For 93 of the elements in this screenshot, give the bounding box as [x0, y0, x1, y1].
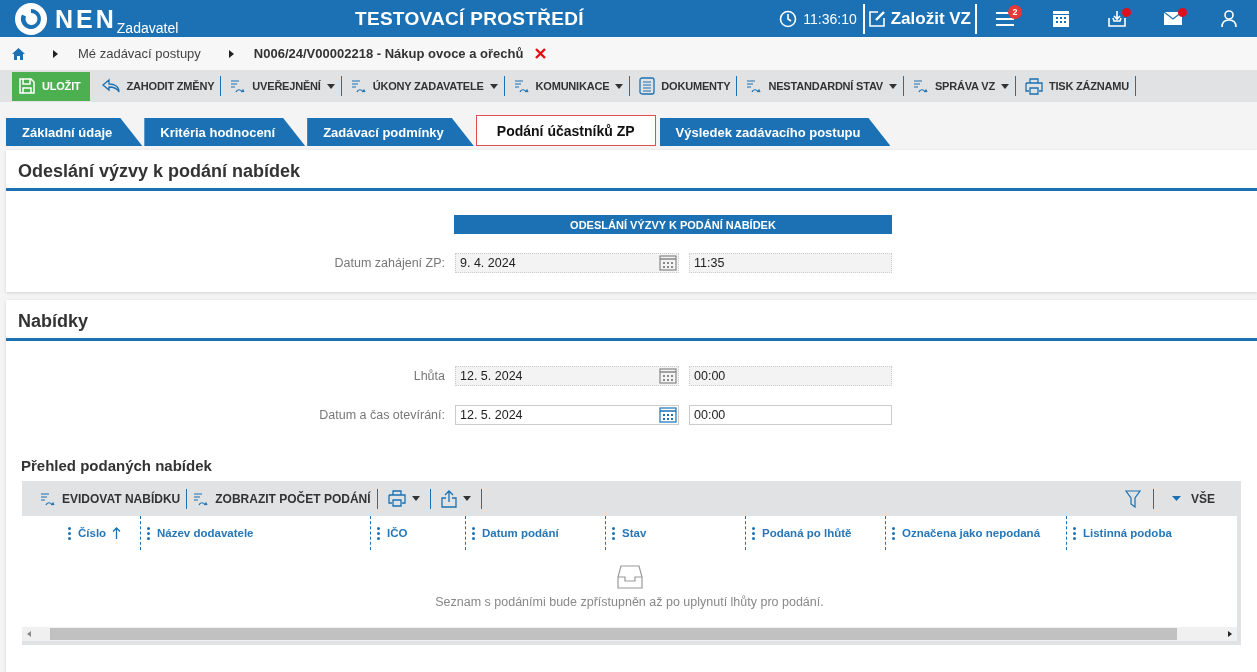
section-title: Nabídky: [6, 300, 1257, 341]
column-header[interactable]: Datum podání: [482, 527, 559, 539]
table-title: Přehled podaných nabídek: [21, 457, 213, 474]
section-title: Odeslání výzvy k podání nabídek: [6, 150, 1257, 191]
save-icon: [18, 77, 36, 95]
create-button[interactable]: Založit VZ: [864, 8, 975, 29]
clock-icon: [779, 9, 798, 28]
undo-icon: [100, 78, 121, 94]
toolbar-button[interactable]: SPRÁVA VZ: [906, 73, 1013, 99]
environment-title: TESTOVACÍ PROSTŘEDÍ: [355, 7, 584, 30]
column-header[interactable]: Označena jako nepodaná: [902, 527, 1041, 539]
column-menu-icon[interactable]: [472, 526, 475, 540]
column-header[interactable]: Podaná po lhůtě: [762, 527, 852, 539]
horizontal-scrollbar[interactable]: [22, 627, 1237, 641]
toolbar-button[interactable]: ZAHODIT ZMĚNY: [93, 73, 219, 99]
empty-message: Seznam s podáními bude zpřístupněn až po uplynutí lhůty pro podání.: [435, 595, 824, 609]
clock-time: 11:36:10: [803, 10, 857, 27]
tab[interactable]: Podání účastníků ZP: [475, 115, 656, 146]
flow-icon: [513, 78, 530, 94]
date-field[interactable]: 9. 4. 2024: [455, 253, 679, 273]
column-header[interactable]: Název dodavatele: [157, 527, 254, 539]
column-menu-icon[interactable]: [147, 526, 150, 540]
toolbar-button[interactable]: UVEŘEJNĚNÍ: [223, 73, 339, 99]
caret-icon: [489, 83, 498, 89]
caret-icon: [411, 496, 420, 501]
field-label: Datum a čas otevírání:: [318, 408, 445, 422]
column-menu-icon[interactable]: [612, 526, 615, 540]
tab[interactable]: Výsledek zadávacího postupu: [659, 118, 891, 146]
caret-icon: [1000, 83, 1009, 89]
print-icon: [387, 490, 406, 507]
flow-icon: [40, 490, 56, 507]
mail-icon[interactable]: [1164, 12, 1182, 25]
toolbar-button[interactable]: NESTANDARDNÍ STAV: [739, 73, 901, 99]
toolbar-button[interactable]: DOKUMENTY: [632, 73, 735, 99]
flow-icon: [193, 490, 210, 507]
column-header[interactable]: Číslo: [78, 527, 122, 539]
field-label: Lhůta: [412, 369, 445, 383]
view-dropdown[interactable]: VŠE: [1166, 490, 1221, 507]
menu-icon[interactable]: [996, 11, 1014, 26]
column-menu-icon[interactable]: [68, 526, 71, 540]
tab[interactable]: Zadávací podmínky: [307, 118, 474, 146]
tab[interactable]: Základní údaje: [6, 118, 143, 146]
subsection-header: ODESLÁNÍ VÝZVY K PODÁNÍ NABÍDEK: [454, 215, 892, 234]
close-icon[interactable]: [535, 48, 547, 59]
logo-text: NEN: [55, 3, 117, 34]
calendar-icon[interactable]: [659, 407, 677, 423]
date-field[interactable]: 12. 5. 2024: [455, 405, 679, 425]
calendar-icon[interactable]: [659, 255, 677, 271]
filter-icon[interactable]: [1125, 489, 1141, 508]
toolbar-button[interactable]: TISK ZÁZNAMU: [1017, 73, 1133, 99]
column-header[interactable]: IČO: [387, 527, 408, 539]
share-icon: [440, 489, 457, 508]
table-action-button[interactable]: ZOBRAZIT POČET PODÁNÍ: [189, 490, 375, 507]
chevron-icon: [53, 49, 58, 58]
notification-badge: 2: [1008, 5, 1022, 19]
caret-icon: [615, 83, 624, 89]
time-field[interactable]: 00:00: [689, 366, 892, 386]
calendar-icon[interactable]: [1053, 10, 1069, 27]
flow-icon: [913, 78, 929, 94]
toolbar-button[interactable]: ÚKONY ZADAVATELE: [343, 73, 502, 99]
calendar-icon[interactable]: [659, 368, 677, 384]
edit-icon: [868, 10, 886, 27]
chevron-icon: [228, 49, 234, 58]
user-icon[interactable]: [1221, 10, 1237, 27]
empty-tray-icon: [616, 565, 643, 589]
logo-subtitle: Zadavatel: [116, 20, 179, 36]
date-field[interactable]: 12. 5. 2024: [455, 366, 679, 386]
column-header[interactable]: Stav: [622, 527, 647, 539]
document-icon: [639, 77, 656, 95]
column-menu-icon[interactable]: [752, 526, 755, 540]
caret-icon: [326, 83, 335, 89]
flow-icon: [746, 78, 763, 94]
caret-icon: [1172, 496, 1181, 501]
column-menu-icon[interactable]: [1073, 526, 1076, 540]
caret-icon: [462, 496, 471, 501]
tab[interactable]: Kritéria hodnocení: [144, 118, 306, 146]
breadcrumb-item[interactable]: Mé zadávací postupy: [78, 46, 201, 61]
time-field[interactable]: 00:00: [689, 405, 892, 425]
field-label: Datum zahájení ZP:: [333, 256, 445, 270]
time-field[interactable]: 11:35: [689, 253, 892, 273]
column-header[interactable]: Listinná podoba: [1083, 527, 1172, 539]
inbox-download-icon[interactable]: [1108, 10, 1126, 27]
sort-ascending-icon: [112, 527, 122, 539]
column-menu-icon[interactable]: [892, 526, 895, 540]
column-menu-icon[interactable]: [377, 526, 380, 540]
print-icon: [1024, 77, 1043, 95]
toolbar-button[interactable]: KOMUNIKACE: [506, 73, 628, 99]
flow-icon: [350, 78, 367, 94]
caret-icon: [889, 83, 897, 89]
table-action-button[interactable]: EVIDOVAT NABÍDKU: [36, 490, 185, 507]
flow-icon: [230, 78, 247, 94]
home-icon[interactable]: [12, 47, 25, 60]
breadcrumb-item[interactable]: N006/24/V00002218 - Nákup ovoce a ořechů: [253, 46, 524, 61]
